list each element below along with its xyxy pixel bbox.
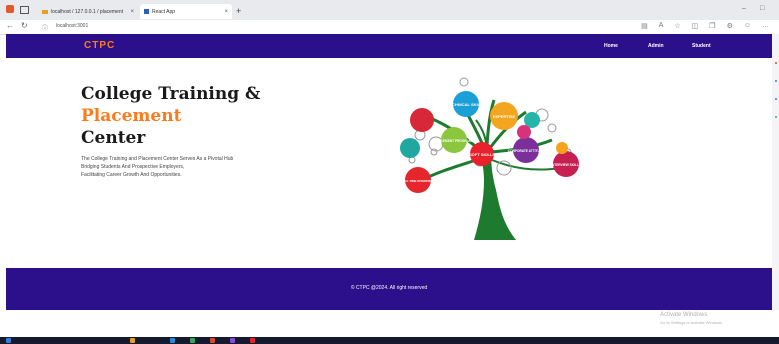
bubble-label: EXPERTISE — [493, 114, 516, 119]
nav-home[interactable]: Home — [604, 43, 618, 49]
close-tab-icon[interactable]: × — [224, 9, 228, 15]
description-line: Facilitating Career Growth And Opportuni… — [81, 172, 182, 178]
info-icon: ⓘ — [42, 26, 49, 32]
footer-copyright: © CTPC @2024. All right reserved — [350, 285, 428, 291]
back-icon[interactable]: ← — [6, 21, 14, 30]
profile-sync-icon[interactable]: ☺ — [744, 22, 751, 30]
hero-title-line1: College Training & — [81, 84, 261, 104]
collections-icon[interactable]: ❐ — [709, 22, 715, 30]
text-size-icon[interactable]: A — [659, 22, 664, 30]
bubble-teal-left — [400, 138, 420, 158]
minimize-icon[interactable]: – — [742, 5, 746, 12]
taskbar-app-icon[interactable] — [190, 338, 195, 343]
sidebar-app-icon[interactable] — [775, 62, 777, 64]
new-tab-button[interactable]: + — [236, 6, 241, 16]
bubble-label: REAL TIME INTERNSHIP — [400, 179, 435, 183]
sidebar-app-icon[interactable] — [775, 116, 777, 118]
decor-ring — [547, 123, 557, 133]
decor-ring — [496, 160, 512, 176]
activate-windows-subtitle: Go to Settings to activate Windows. — [660, 320, 724, 325]
hero-title-line3: Center — [81, 128, 146, 148]
bubble-orange-right — [556, 142, 568, 154]
bubble-magenta — [517, 125, 531, 139]
bubble-red-left — [410, 108, 434, 132]
address-bar-row: ← ↻ ⓘ localhost:3001 ▤ A ☆ ◫ ❐ ⚙ ☺ … — [0, 20, 779, 35]
tab-react-app[interactable]: React App × — [140, 4, 232, 19]
favicon-icon — [42, 9, 48, 14]
edge-sidebar — [772, 34, 779, 310]
taskbar-app-icon[interactable] — [230, 338, 235, 343]
more-icon[interactable]: … — [762, 22, 769, 30]
brand-logo[interactable]: CTPC — [84, 40, 115, 51]
sidebar-app-icon[interactable] — [775, 98, 777, 100]
hero-description: The College Training and Placement Cente… — [81, 155, 233, 179]
profile-icon[interactable] — [6, 5, 14, 13]
tab-actions-icon[interactable] — [20, 6, 29, 14]
nav-admin[interactable]: Admin — [648, 43, 664, 49]
activate-windows-title: Activate Windows — [660, 312, 708, 318]
hero-title-highlight: Placement — [81, 106, 182, 126]
taskbar-app-icon[interactable] — [170, 338, 175, 343]
tab-label: localhost / 127.0.0.1 / placement — [51, 8, 123, 15]
bubble-label: SOFT SKILLS — [469, 152, 495, 157]
skills-tree-illustration: TECHNICAL SKILLS EXPERTISE PLACEMENT PRO… — [400, 77, 581, 240]
taskbar-app-icon[interactable] — [130, 338, 135, 343]
decor-ring — [459, 77, 469, 87]
close-tab-icon[interactable]: × — [130, 9, 134, 15]
bubble-label: TECHNICAL SKILLS — [447, 102, 486, 107]
bubble-label: INTERVIEW SKILLS — [551, 163, 581, 167]
os-taskbar — [0, 337, 779, 344]
reader-icon[interactable]: ▤ — [641, 22, 648, 30]
favorite-icon[interactable]: ☆ — [674, 22, 680, 30]
tab-label: React App — [152, 8, 176, 15]
nav-student[interactable]: Student — [692, 43, 711, 49]
taskbar-app-icon[interactable] — [210, 338, 215, 343]
maximize-icon[interactable]: □ — [760, 5, 764, 12]
browser-tab-bar: localhost / 127.0.0.1 / placement × Reac… — [0, 0, 779, 20]
split-icon[interactable]: ◫ — [692, 22, 699, 30]
refresh-icon[interactable]: ↻ — [21, 21, 28, 30]
bubble-label: PLACEMENT PROGRAMS — [434, 139, 474, 143]
url-field[interactable]: localhost:3001 — [56, 23, 88, 29]
browser-toolbar: ▤ A ☆ ◫ ❐ ⚙ ☺ … — [641, 22, 769, 30]
app-navbar: CTPC Home Admin Student — [6, 34, 772, 58]
decor-ring — [430, 148, 438, 156]
description-line: The College Training and Placement Cente… — [81, 156, 234, 162]
bubble-label: CORPORATE ATTITUDE — [508, 149, 544, 153]
sidebar-app-icon[interactable] — [775, 80, 777, 82]
app-footer: © CTPC @2024. All right reserved — [6, 268, 772, 310]
description-line: Bridging Students And Prospective Employ… — [81, 164, 185, 170]
extensions-icon[interactable]: ⚙ — [727, 22, 733, 30]
start-icon[interactable] — [6, 338, 11, 343]
favicon-icon — [144, 9, 149, 14]
taskbar-app-icon[interactable] — [250, 338, 255, 343]
tab-phpmyadmin[interactable]: localhost / 127.0.0.1 / placement × — [38, 4, 138, 19]
